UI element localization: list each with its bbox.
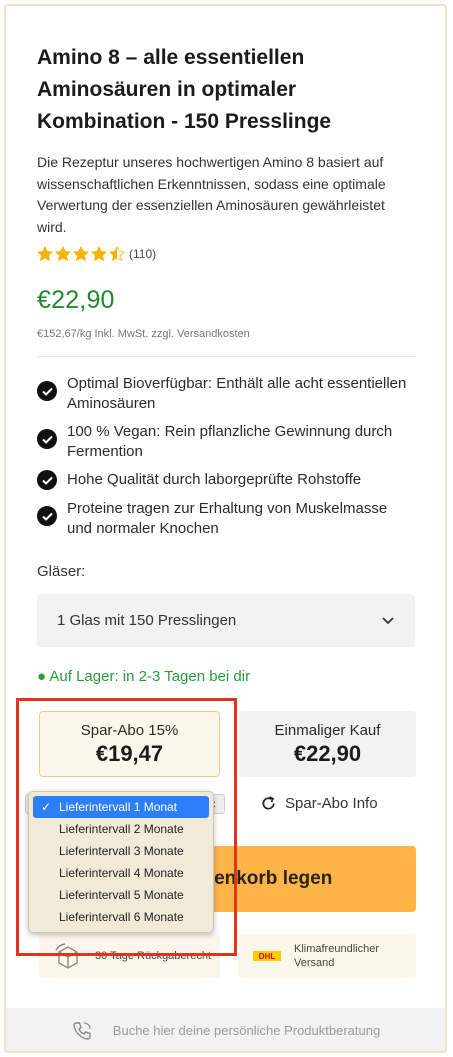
unit-price: €152,67/kg Inkl. MwSt. zzgl. Versandkost… — [37, 328, 250, 340]
variant-select-value: 1 Glas mit 150 Presslingen — [57, 612, 237, 629]
dhl-logo-icon: DHL — [253, 951, 281, 961]
box-return-icon — [55, 943, 78, 969]
interval-option[interactable]: ✓ Lieferintervall 1 Monat — [33, 796, 209, 818]
interval-option-label: Lieferintervall 6 Monate — [59, 910, 184, 924]
interval-option[interactable]: Lieferintervall 3 Monate — [33, 840, 209, 862]
check-circle-icon — [37, 429, 57, 449]
divider — [37, 356, 416, 357]
checkmark-icon: ✓ — [41, 800, 52, 814]
check-circle-icon — [37, 381, 57, 401]
interval-dropdown-menu[interactable]: ✓ Lieferintervall 1 Monat Lieferinterval… — [28, 791, 214, 933]
star-icon — [73, 246, 89, 262]
check-circle-icon — [37, 506, 57, 526]
interval-option[interactable]: Lieferintervall 2 Monate — [33, 818, 209, 840]
shipping-text: Klimafreundlicher Versand — [294, 943, 379, 969]
interval-option-label: Lieferintervall 1 Monat — [59, 800, 178, 814]
subscription-option[interactable]: Spar-Abo 15% €19,47 — [39, 711, 220, 777]
one-time-price: €22,90 — [293, 740, 362, 766]
dhl-logo-text: DHL — [259, 952, 276, 961]
abo-info-link[interactable]: Spar-Abo Info — [260, 795, 378, 812]
feature-item: Optimal Bioverfügbar: Enthält alle acht … — [37, 374, 416, 413]
interval-option-label: Lieferintervall 4 Monate — [59, 866, 184, 880]
chevron-down-icon — [382, 617, 394, 625]
star-icon — [109, 246, 125, 262]
rating-count: (110) — [129, 247, 157, 261]
returns-text: 30 Tage Rückgaberecht — [95, 950, 211, 962]
interval-option[interactable]: Lieferintervall 6 Monate — [33, 906, 209, 928]
rating-stars — [37, 246, 127, 262]
feature-text: Proteine tragen zur Erhaltung von Muskel… — [67, 500, 388, 537]
star-icon — [91, 246, 107, 262]
feature-text: Hohe Qualität durch laborgeprüfte Rohsto… — [67, 471, 362, 488]
product-price: €22,90 — [37, 286, 115, 314]
star-icon — [55, 246, 71, 262]
interval-option-label: Lieferintervall 3 Monate — [59, 844, 184, 858]
variant-select[interactable]: 1 Glas mit 150 Presslingen — [37, 594, 415, 647]
feature-list: Optimal Bioverfügbar: Enthält alle acht … — [37, 374, 416, 547]
subscription-price: €19,47 — [95, 740, 164, 766]
interval-option[interactable]: Lieferintervall 5 Monate — [33, 884, 209, 906]
rating[interactable]: (110) — [37, 246, 156, 262]
consultation-link[interactable]: Buche hier deine persönliche Produktbera… — [6, 1008, 445, 1051]
product-card: Amino 8 – alle essentiellen Aminosäuren … — [4, 4, 447, 1053]
refresh-icon — [262, 796, 275, 810]
feature-item: Hohe Qualität durch laborgeprüfte Rohsto… — [37, 470, 416, 490]
shipping-badge: DHL Klimafreundlicher Versand — [238, 934, 416, 978]
abo-info-label: Spar-Abo Info — [285, 795, 378, 812]
consultation-text: Buche hier deine persönliche Produktbera… — [112, 1023, 381, 1038]
product-description: Die Rezeptur unseres hochwertigen Amino … — [37, 154, 386, 235]
product-title: Amino 8 – alle essentiellen Aminosäuren … — [37, 46, 332, 133]
interval-option[interactable]: Lieferintervall 4 Monate — [33, 862, 209, 884]
star-icon — [37, 246, 53, 262]
feature-item: Proteine tragen zur Erhaltung von Muskel… — [37, 499, 416, 538]
subscription-title: Spar-Abo 15% — [80, 721, 179, 739]
one-time-option[interactable]: Einmaliger Kauf €22,90 — [239, 711, 416, 777]
phone-icon — [73, 1021, 91, 1040]
interval-option-label: Lieferintervall 5 Monate — [59, 888, 184, 902]
stock-status: ● Auf Lager: in 2-3 Tagen bei dir — [37, 668, 251, 685]
one-time-title: Einmaliger Kauf — [274, 721, 381, 739]
feature-text: Optimal Bioverfügbar: Enthält alle acht … — [67, 375, 407, 412]
check-circle-icon — [37, 470, 57, 490]
returns-badge: 30 Tage Rückgaberecht — [39, 934, 220, 978]
variant-label: Gläser: — [37, 563, 86, 580]
feature-text: 100 % Vegan: Rein pflanzliche Gewinnung … — [67, 423, 393, 460]
interval-option-label: Lieferintervall 2 Monate — [59, 822, 184, 836]
feature-item: 100 % Vegan: Rein pflanzliche Gewinnung … — [37, 422, 416, 461]
